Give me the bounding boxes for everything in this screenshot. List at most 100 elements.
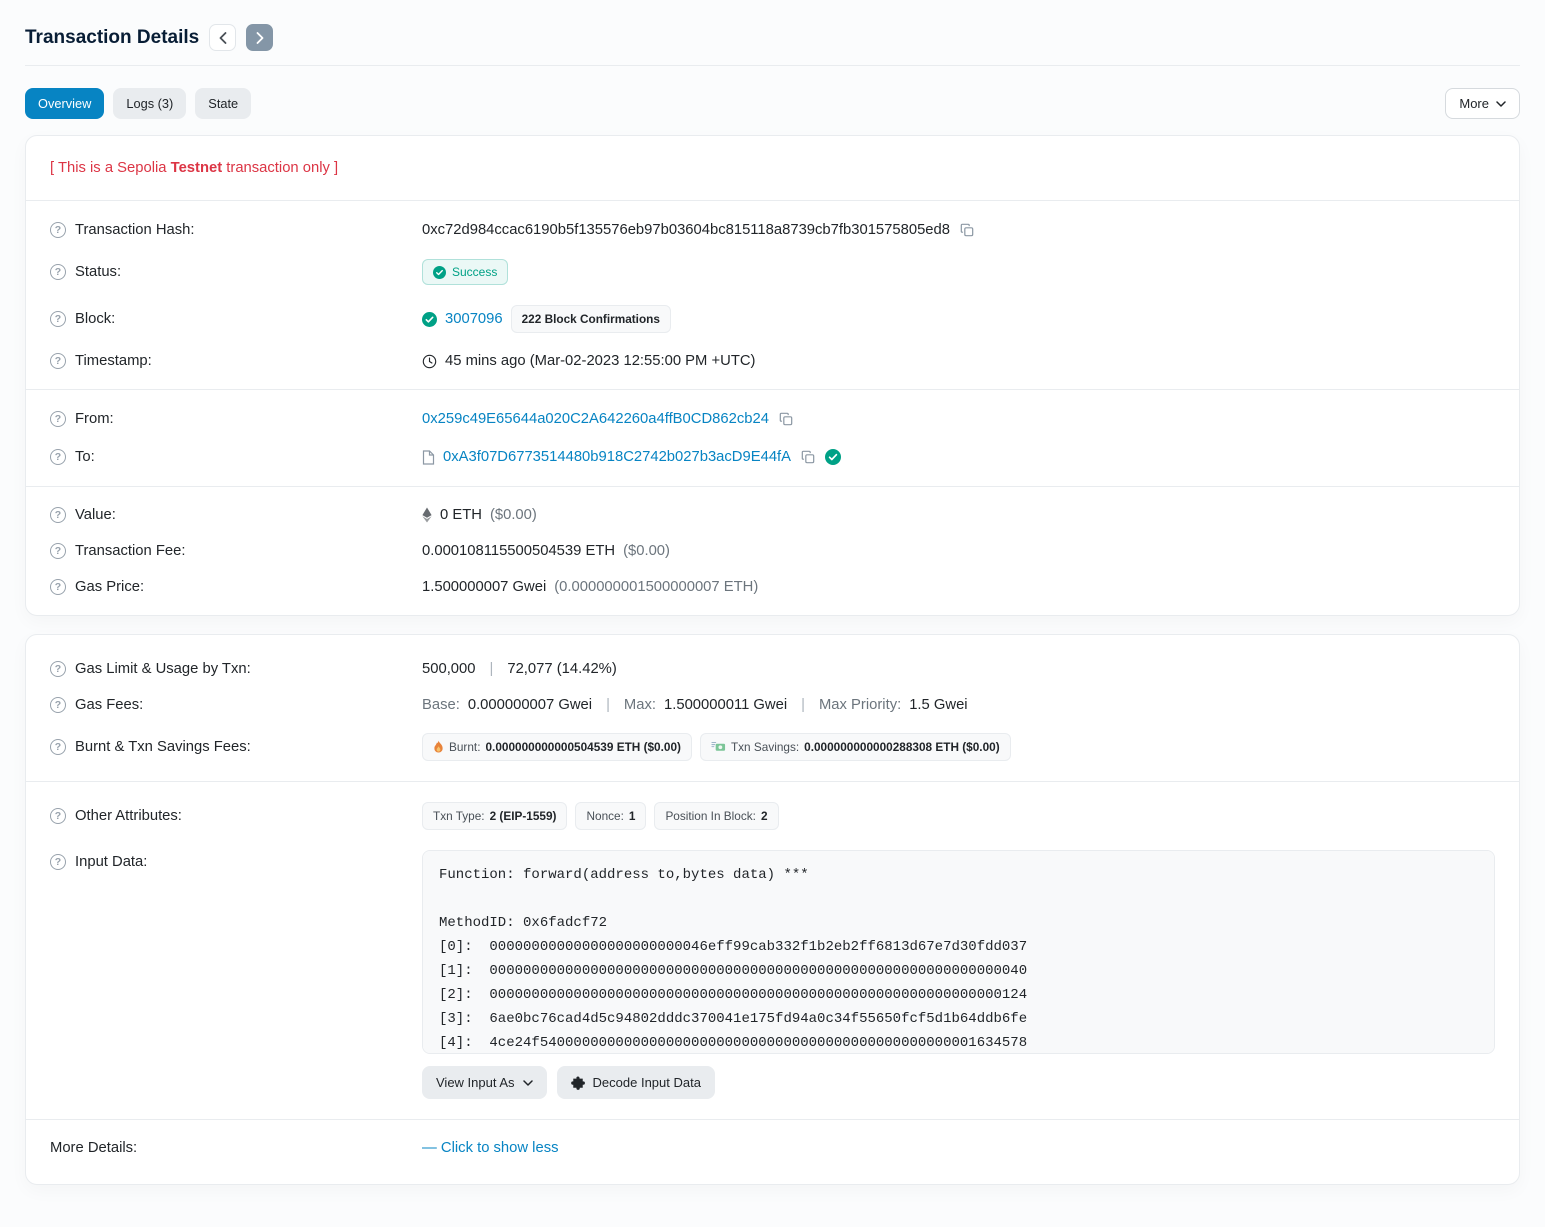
burnt-fee-badge-value: 0.000000000000504539 ETH ($0.00) <box>485 740 680 754</box>
more-dropdown-label: More <box>1459 96 1489 111</box>
timestamp-value: 45 mins ago (Mar-02-2023 12:55:00 PM +UT… <box>445 353 755 369</box>
divider <box>26 1119 1519 1120</box>
verified-check-circle-icon <box>825 449 841 465</box>
show-less-link[interactable]: — Click to show less <box>422 1140 559 1156</box>
value-label: Value: <box>75 507 116 523</box>
row-gas-price: ? Gas Price: 1.500000007 Gwei (0.0000000… <box>50 569 1495 605</box>
page-header: Transaction Details <box>25 18 1520 66</box>
input-data-textarea[interactable]: Function: forward(address to,bytes data)… <box>422 850 1495 1054</box>
check-circle-icon <box>433 266 446 279</box>
decode-input-data-label: Decode Input Data <box>593 1075 701 1090</box>
row-gas-fees: ? Gas Fees: Base: 0.000000007 Gwei | Max… <box>50 687 1495 723</box>
row-block: ? Block: 3007096 222 Block Confirmations <box>50 295 1495 343</box>
divider <box>26 200 1519 201</box>
row-gas-limit-usage: ? Gas Limit & Usage by Txn: 500,000 | 72… <box>50 645 1495 687</box>
gas-usage-value: 72,077 (14.42%) <box>507 661 616 677</box>
help-icon[interactable]: ? <box>50 507 66 523</box>
help-icon[interactable]: ? <box>50 311 66 327</box>
input-data-content: Function: forward(address to,bytes data)… <box>439 863 1478 1054</box>
max-priority-fee-value: 1.5 Gwei <box>909 697 967 713</box>
clock-icon <box>422 354 437 369</box>
gas-price-amount: 1.500000007 Gwei <box>422 579 546 595</box>
help-icon[interactable]: ? <box>50 411 66 427</box>
help-icon[interactable]: ? <box>50 222 66 238</box>
copy-from-address-button[interactable] <box>777 410 795 428</box>
burnt-fee-badge: Burnt: 0.000000000000504539 ETH ($0.00) <box>422 733 692 761</box>
to-label: To: <box>75 449 95 465</box>
help-icon[interactable]: ? <box>50 808 66 824</box>
help-icon[interactable]: ? <box>50 264 66 280</box>
timestamp-label: Timestamp: <box>75 353 152 369</box>
from-label: From: <box>75 411 114 427</box>
position-badge-label: Position In Block: <box>665 809 756 823</box>
check-circle-icon <box>422 312 437 327</box>
gas-price-label: Gas Price: <box>75 579 144 595</box>
money-wings-icon <box>711 741 726 753</box>
row-input-data: ? Input Data: Function: forward(address … <box>50 840 1495 1109</box>
decode-input-data-button[interactable]: Decode Input Data <box>557 1066 715 1099</box>
status-badge: Success <box>422 259 508 285</box>
help-icon[interactable]: ? <box>50 543 66 559</box>
chevron-down-icon <box>523 1080 533 1086</box>
chevron-left-icon <box>219 32 227 44</box>
gas-limit-value: 500,000 <box>422 661 476 677</box>
previous-transaction-button[interactable] <box>209 24 236 51</box>
separator: | <box>801 697 805 713</box>
help-icon[interactable]: ? <box>50 854 66 870</box>
banner-suffix: transaction only ] <box>222 160 338 176</box>
copy-icon <box>801 450 815 464</box>
status-badge-label: Success <box>452 265 497 279</box>
value-amount: 0 ETH <box>440 507 482 523</box>
row-other-attributes: ? Other Attributes: Txn Type: 2 (EIP-155… <box>50 792 1495 840</box>
row-transaction-fee: ? Transaction Fee: 0.000108115500504539 … <box>50 533 1495 569</box>
txn-savings-badge-value: 0.000000000000288308 ETH ($0.00) <box>804 740 999 754</box>
flame-icon <box>433 740 444 754</box>
help-icon[interactable]: ? <box>50 739 66 755</box>
max-fee-value: 1.500000011 Gwei <box>664 697 787 713</box>
nonce-badge-label: Nonce: <box>586 809 623 823</box>
more-dropdown-button[interactable]: More <box>1445 88 1520 119</box>
block-confirmations-badge: 222 Block Confirmations <box>511 305 671 333</box>
row-value: ? Value: 0 ETH ($0.00) <box>50 497 1495 533</box>
base-fee-label: Base: <box>422 697 460 713</box>
row-to: ? To: 0xA3f07D6773514480b918C2742b027b3a… <box>50 438 1495 476</box>
help-icon[interactable]: ? <box>50 353 66 369</box>
gas-limit-usage-label: Gas Limit & Usage by Txn: <box>75 661 251 677</box>
help-icon[interactable]: ? <box>50 449 66 465</box>
row-status: ? Status: Success <box>50 249 1495 295</box>
burnt-fee-badge-label: Burnt: <box>449 740 480 754</box>
tab-logs[interactable]: Logs (3) <box>113 88 186 119</box>
txn-savings-badge: Txn Savings: 0.000000000000288308 ETH ($… <box>700 733 1011 761</box>
help-icon[interactable]: ? <box>50 661 66 677</box>
view-input-as-dropdown[interactable]: View Input As <box>422 1066 547 1099</box>
gas-fees-label: Gas Fees: <box>75 697 143 713</box>
transaction-hash-label: Transaction Hash: <box>75 222 195 238</box>
separator: | <box>606 697 610 713</box>
base-fee-value: 0.000000007 Gwei <box>468 697 592 713</box>
block-number-link[interactable]: 3007096 <box>445 311 503 327</box>
transaction-fee-usd: ($0.00) <box>623 543 670 559</box>
row-burnt-savings: ? Burnt & Txn Savings Fees: Burnt: 0.000… <box>50 723 1495 771</box>
copy-icon <box>960 223 974 237</box>
row-more-details: More Details: — Click to show less <box>50 1130 1495 1174</box>
to-address-link[interactable]: 0xA3f07D6773514480b918C2742b027b3acD9E44… <box>443 449 791 465</box>
position-in-block-badge: Position In Block: 2 <box>654 802 778 830</box>
copy-to-address-button[interactable] <box>799 448 817 466</box>
testnet-banner: [ This is a Sepolia Testnet transaction … <box>50 146 1495 190</box>
from-address-link[interactable]: 0x259c49E65644a020C2A642260a4ffB0CD862cb… <box>422 411 769 427</box>
row-transaction-hash: ? Transaction Hash: 0xc72d984ccac6190b5f… <box>50 211 1495 249</box>
max-priority-fee-label: Max Priority: <box>819 697 901 713</box>
next-transaction-button[interactable] <box>246 24 273 51</box>
tab-overview[interactable]: Overview <box>25 88 104 119</box>
status-label: Status: <box>75 264 121 280</box>
row-timestamp: ? Timestamp: 45 mins ago (Mar-02-2023 12… <box>50 343 1495 379</box>
max-fee-label: Max: <box>624 697 656 713</box>
tab-state[interactable]: State <box>195 88 251 119</box>
help-icon[interactable]: ? <box>50 697 66 713</box>
gas-price-eth: (0.000000001500000007 ETH) <box>554 579 758 595</box>
copy-transaction-hash-button[interactable] <box>958 221 976 239</box>
burnt-savings-label: Burnt & Txn Savings Fees: <box>75 739 251 755</box>
txn-type-badge-value: 2 (EIP-1559) <box>490 809 557 823</box>
nonce-badge: Nonce: 1 <box>575 802 646 830</box>
help-icon[interactable]: ? <box>50 579 66 595</box>
